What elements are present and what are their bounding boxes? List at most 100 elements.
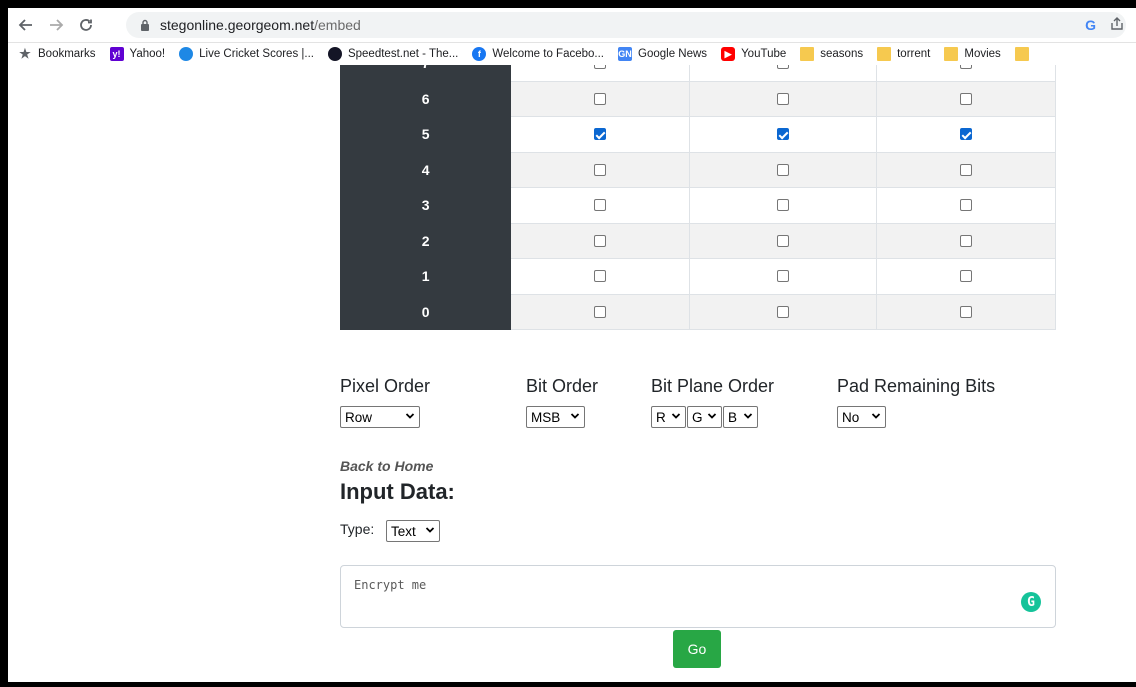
- bit-index-label: 5: [339, 116, 512, 153]
- pad-remaining-bits-select[interactable]: No: [837, 406, 886, 428]
- bit-checkbox-b[interactable]: [959, 65, 972, 70]
- bit-row: 0: [339, 293, 1057, 330]
- bookmarks-label[interactable]: ★ Bookmarks: [18, 46, 95, 61]
- google-news-icon: GN: [618, 47, 633, 61]
- chevron-down-icon: [405, 413, 415, 419]
- bit-index-label: 2: [339, 222, 512, 259]
- bit-index-label: 0: [339, 293, 512, 330]
- bit-checkbox-b[interactable]: [959, 163, 972, 176]
- back-to-home-link[interactable]: Back to Home: [340, 458, 433, 474]
- chevron-down-icon: [707, 413, 717, 419]
- google-icon[interactable]: G: [1085, 17, 1096, 33]
- bit-checkbox-b[interactable]: [959, 270, 972, 283]
- bit-checkbox-g[interactable]: [776, 270, 789, 283]
- bit-checkbox-r[interactable]: [593, 128, 606, 141]
- folder-icon: [800, 47, 815, 61]
- bit-checkbox-r[interactable]: [593, 305, 606, 318]
- bit-checkbox-b[interactable]: [959, 199, 972, 212]
- bit-cell-b: [875, 65, 1057, 82]
- bookmark-youtube[interactable]: ▶ YouTube: [721, 47, 786, 61]
- bit-cell-b: [875, 187, 1057, 224]
- bookmark-facebook[interactable]: f Welcome to Facebo...: [472, 47, 604, 61]
- bit-cell-g: [688, 222, 877, 259]
- facebook-icon: f: [472, 47, 487, 61]
- bit-checkbox-g[interactable]: [776, 305, 789, 318]
- bit-cell-r: [510, 258, 690, 295]
- bit-cell-r: [510, 222, 690, 259]
- lock-icon: [140, 19, 150, 31]
- chevron-down-icon: [743, 413, 753, 419]
- url-host: stegonline.georgeom.net: [160, 17, 315, 33]
- bit-checkbox-g[interactable]: [776, 234, 789, 247]
- bit-cell-r: [510, 293, 690, 330]
- bit-checkbox-b[interactable]: [959, 128, 972, 141]
- bit-checkbox-g[interactable]: [776, 128, 789, 141]
- bit-row: 2: [339, 222, 1057, 259]
- bit-checkbox-b[interactable]: [959, 234, 972, 247]
- bookmark-seasons[interactable]: seasons: [800, 47, 863, 61]
- back-arrow-icon[interactable]: [14, 13, 38, 37]
- bit-row: 1: [339, 258, 1057, 295]
- plane-3-select[interactable]: B: [723, 406, 758, 428]
- pixel-order-label: Pixel Order: [340, 376, 431, 396]
- bit-checkbox-r[interactable]: [593, 234, 606, 247]
- bit-row: 7: [339, 65, 1057, 82]
- bookmark-speedtest[interactable]: Speedtest.net - The...: [327, 47, 458, 61]
- folder-icon: [877, 47, 892, 61]
- address-bar[interactable]: stegonline.georgeom.net/embed G: [126, 12, 1126, 38]
- speedtest-icon: [327, 47, 342, 61]
- forward-arrow-icon[interactable]: [44, 13, 68, 37]
- bit-index-label: 3: [339, 187, 512, 224]
- bit-checkbox-g[interactable]: [776, 92, 789, 105]
- plane-2-select[interactable]: G: [687, 406, 722, 428]
- bit-cell-b: [875, 222, 1057, 259]
- bit-checkbox-r[interactable]: [593, 199, 606, 212]
- bit-cell-g: [688, 65, 877, 82]
- bit-row: 4: [339, 151, 1057, 188]
- bookmark-torrent[interactable]: torrent: [877, 47, 930, 61]
- pixel-order-select[interactable]: Row: [340, 406, 420, 428]
- bookmark-cricket[interactable]: Live Cricket Scores |...: [179, 47, 314, 61]
- bit-cell-r: [510, 116, 690, 153]
- input-data-textarea[interactable]: Encrypt me G: [340, 565, 1056, 628]
- bit-cell-g: [688, 258, 877, 295]
- plane-1-select[interactable]: R: [651, 406, 686, 428]
- go-button[interactable]: Go: [673, 630, 721, 668]
- input-type-select[interactable]: Text: [386, 520, 440, 542]
- bit-cell-g: [688, 187, 877, 224]
- bit-cell-g: [688, 80, 877, 117]
- chevron-down-icon: [871, 413, 881, 419]
- bit-checkbox-g[interactable]: [776, 65, 789, 70]
- bit-checkbox-g[interactable]: [776, 163, 789, 176]
- reload-icon[interactable]: [74, 13, 98, 37]
- browser-toolbar: stegonline.georgeom.net/embed G: [8, 8, 1136, 43]
- bookmark-folder-more[interactable]: [1014, 47, 1035, 61]
- bit-cell-b: [875, 293, 1057, 330]
- bit-cell-g: [688, 151, 877, 188]
- bit-plane-order-label: Bit Plane Order: [651, 376, 775, 396]
- bit-checkbox-r[interactable]: [593, 270, 606, 283]
- bit-checkbox-r[interactable]: [593, 163, 606, 176]
- cricket-icon: [179, 47, 194, 61]
- bit-order-select[interactable]: MSB: [526, 406, 585, 428]
- yahoo-icon: y!: [109, 47, 124, 61]
- bookmark-movies[interactable]: Movies: [944, 47, 1001, 61]
- bit-checkbox-g[interactable]: [776, 199, 789, 212]
- bit-checkbox-b[interactable]: [959, 92, 972, 105]
- youtube-icon: ▶: [721, 47, 736, 61]
- bit-cell-b: [875, 116, 1057, 153]
- bit-checkbox-r[interactable]: [593, 65, 606, 70]
- chevron-down-icon: [671, 413, 681, 419]
- bookmark-google-news[interactable]: GN Google News: [618, 47, 707, 61]
- bookmark-yahoo[interactable]: y! Yahoo!: [109, 47, 165, 61]
- bookmarks-bar: ★ Bookmarks y! Yahoo! Live Cricket Scores …: [8, 43, 1136, 66]
- bit-cell-r: [510, 187, 690, 224]
- grammarly-icon[interactable]: G: [1021, 592, 1041, 612]
- bit-checkbox-r[interactable]: [593, 92, 606, 105]
- bit-index-label: 1: [339, 258, 512, 295]
- chevron-down-icon: [425, 527, 435, 533]
- pad-remaining-bits-label: Pad Remaining Bits: [837, 376, 996, 396]
- share-icon[interactable]: [1110, 16, 1124, 34]
- bit-checkbox-b[interactable]: [959, 305, 972, 318]
- page-content: 76543210 Pixel Order Bit Order Bit Plane…: [8, 65, 1136, 682]
